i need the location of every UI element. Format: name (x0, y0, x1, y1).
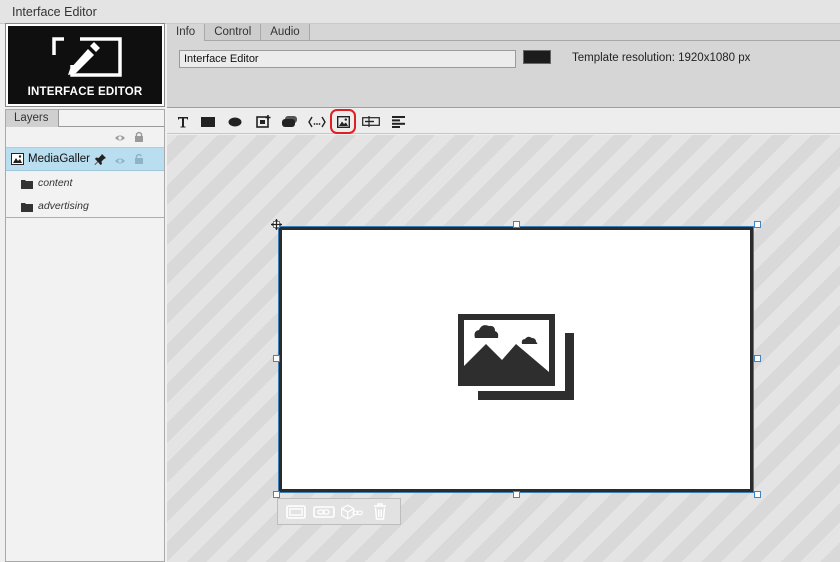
folder-icon (21, 178, 33, 192)
tab-audio[interactable]: Audio (261, 24, 310, 41)
title-bar: Interface Editor (0, 0, 840, 24)
media-gallery-widget[interactable] (279, 227, 753, 492)
resize-handle-sw[interactable] (273, 491, 280, 498)
layer-content[interactable]: content (6, 171, 164, 194)
lock-icon[interactable] (134, 153, 144, 167)
resize-handle-e[interactable] (754, 355, 761, 362)
insert-toolbar (167, 109, 840, 134)
folder-icon (21, 201, 33, 215)
resize-handle-w[interactable] (273, 355, 280, 362)
link-icon[interactable] (312, 502, 336, 522)
image-icon (11, 153, 24, 168)
tabs-divider (310, 40, 840, 41)
lock-icon[interactable] (134, 131, 144, 145)
layers-tool-icon[interactable] (280, 112, 300, 131)
app-title: Interface Editor (12, 5, 97, 19)
pencil-in-screen-icon (52, 37, 122, 77)
layer-label: content (38, 177, 73, 189)
logo-text: INTERFACE EDITOR (27, 86, 143, 98)
layer-media-gallery[interactable]: MediaGaller (6, 148, 164, 171)
frame-icon[interactable] (284, 502, 308, 522)
layer-label: advertising (38, 200, 89, 212)
app-logo: INTERFACE EDITOR (5, 23, 165, 107)
tab-layers[interactable]: Layers (6, 110, 59, 127)
layers-header (6, 127, 164, 148)
code-tool-icon[interactable] (307, 112, 327, 131)
layers-panel: Layers MediaGaller content advertising (5, 109, 165, 562)
align-tool-icon[interactable] (388, 112, 408, 131)
visibility-icon[interactable] (114, 132, 126, 146)
ellipse-tool-icon[interactable] (225, 112, 245, 131)
widget-action-bar (277, 498, 401, 525)
visibility-icon[interactable] (114, 155, 126, 169)
layer-advertising[interactable]: advertising (6, 194, 164, 217)
3d-link-icon[interactable] (340, 502, 364, 522)
tab-control[interactable]: Control (205, 24, 262, 41)
interface-name-input[interactable] (179, 50, 516, 68)
move-icon[interactable] (271, 219, 282, 230)
resize-handle-s[interactable] (513, 491, 520, 498)
color-swatch[interactable] (523, 50, 551, 64)
ticker-tool-icon[interactable] (361, 112, 381, 131)
media-gallery-tool-icon[interactable] (330, 109, 356, 134)
resize-handle-se[interactable] (754, 491, 761, 498)
header-tabs: Info Control Audio (167, 24, 310, 41)
trash-icon[interactable] (368, 502, 392, 522)
add-frame-tool-icon[interactable] (253, 112, 273, 131)
media-gallery-placeholder-icon (458, 314, 574, 400)
properties-header: Info Control Audio Template resolution: … (167, 24, 840, 108)
layers-divider (6, 217, 164, 218)
resize-handle-ne[interactable] (754, 221, 761, 228)
rectangle-tool-icon[interactable] (198, 112, 218, 131)
template-resolution: Template resolution: 1920x1080 px (572, 52, 751, 64)
text-tool-icon[interactable] (173, 112, 193, 131)
tab-info[interactable]: Info (167, 24, 206, 41)
resize-handle-n[interactable] (513, 221, 520, 228)
layer-label: MediaGaller (28, 153, 90, 165)
pin-icon[interactable] (94, 153, 107, 169)
